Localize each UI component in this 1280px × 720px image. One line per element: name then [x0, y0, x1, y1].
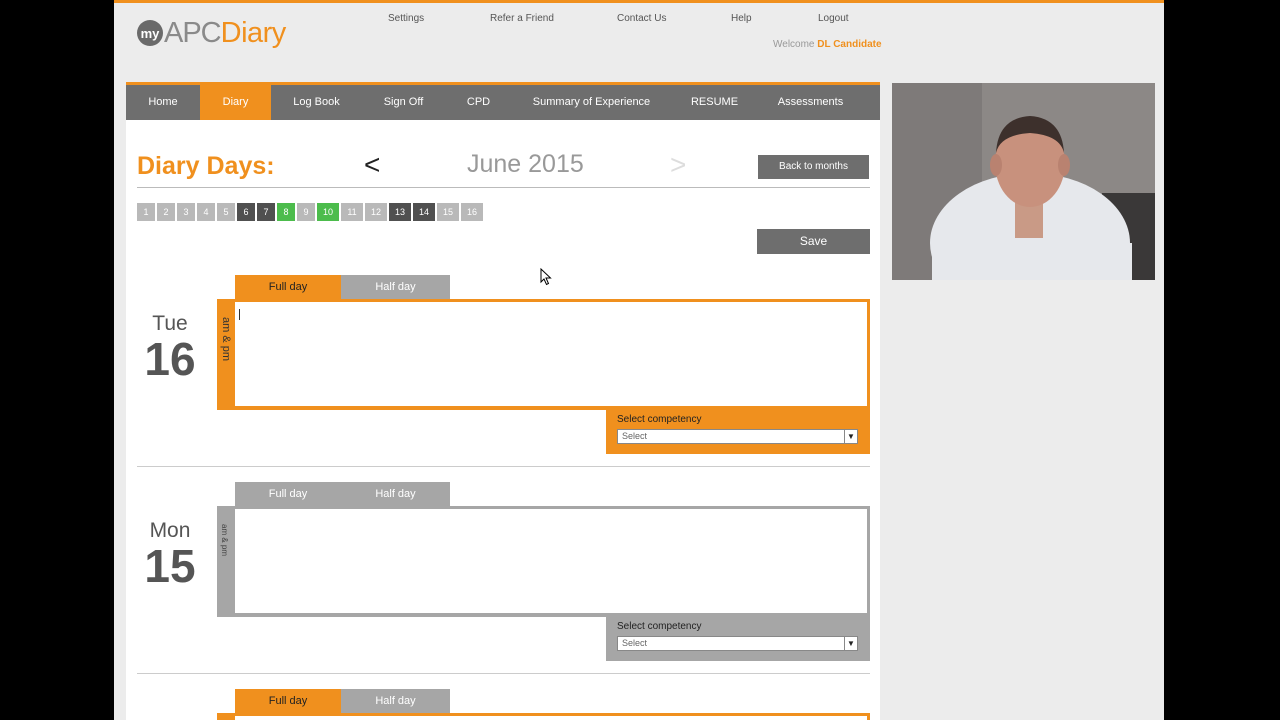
- entry-divider: [137, 466, 870, 467]
- day-pill-9[interactable]: 9: [297, 203, 315, 221]
- nav-summary-of-experience[interactable]: Summary of Experience: [512, 85, 671, 120]
- dropdown-arrow-icon[interactable]: ▼: [844, 430, 857, 443]
- day-pill-16[interactable]: 16: [461, 203, 483, 221]
- logo-diary-text: Diary: [220, 16, 287, 49]
- day-pill-3[interactable]: 3: [177, 203, 195, 221]
- competency-label: Select competency: [617, 414, 702, 425]
- settings-link[interactable]: Settings: [388, 13, 424, 24]
- entry-day-number: 16: [144, 333, 196, 385]
- save-button[interactable]: Save: [757, 229, 870, 254]
- period-label: am & pm: [217, 299, 235, 410]
- day-pill-13[interactable]: 13: [389, 203, 411, 221]
- entry-text-frame: am & pm: [217, 506, 870, 617]
- nav-resume[interactable]: RESUME: [671, 85, 758, 120]
- main-nav: Home Diary Log Book Sign Off CPD Summary…: [126, 82, 880, 120]
- diary-entry-tue-16: Full day Half day Tue 16 am & pm Select …: [126, 275, 880, 455]
- competency-select[interactable]: Select ▼: [617, 429, 858, 444]
- day-pill-7[interactable]: 7: [257, 203, 275, 221]
- diary-days-title: Diary Days:: [137, 152, 275, 180]
- entry-text-frame: am & pm: [217, 299, 870, 410]
- nav-diary[interactable]: Diary: [200, 85, 271, 120]
- title-divider: [137, 187, 870, 188]
- day-pill-4[interactable]: 4: [197, 203, 215, 221]
- diary-entry-textarea[interactable]: [235, 302, 867, 406]
- back-to-months-button[interactable]: Back to months: [758, 155, 869, 179]
- welcome-prefix: Welcome: [773, 39, 815, 50]
- nav-cpd[interactable]: CPD: [445, 85, 512, 120]
- nav-log-book[interactable]: Log Book: [271, 85, 362, 120]
- day-pill-11[interactable]: 11: [341, 203, 363, 221]
- day-pill-12[interactable]: 12: [365, 203, 387, 221]
- apc-diary-logo[interactable]: my APC Diary: [137, 15, 286, 51]
- day-pill-15[interactable]: 15: [437, 203, 459, 221]
- competency-panel: Select competency Select ▼: [606, 615, 870, 661]
- next-month-icon[interactable]: >: [670, 149, 686, 181]
- competency-panel: Select competency Select ▼: [606, 408, 870, 454]
- entry-divider: [137, 673, 870, 674]
- competency-select-value: Select: [622, 638, 648, 648]
- half-day-tab[interactable]: Half day: [341, 275, 450, 299]
- welcome-message: Welcome DL Candidate: [773, 39, 882, 50]
- full-day-tab[interactable]: Full day: [235, 275, 341, 299]
- period-text: am & pm: [220, 317, 232, 362]
- day-pill-6[interactable]: 6: [237, 203, 255, 221]
- current-month-label: June 2015: [467, 150, 584, 178]
- day-pill-8[interactable]: 8: [277, 203, 295, 221]
- help-link[interactable]: Help: [731, 13, 752, 24]
- logo-apc-text: APC: [164, 16, 222, 49]
- day-pill-5[interactable]: 5: [217, 203, 235, 221]
- diary-entry-textarea[interactable]: [235, 716, 867, 720]
- text-caret: [239, 309, 240, 320]
- nav-sign-off[interactable]: Sign Off: [362, 85, 445, 120]
- diary-entry-next: Full day Half day: [126, 689, 880, 720]
- period-label: am & pm: [217, 506, 235, 617]
- period-text: am & pm: [220, 524, 229, 557]
- webcam-presenter-image: [892, 83, 1155, 280]
- prev-month-icon[interactable]: <: [364, 149, 380, 181]
- diary-content: Diary Days: < June 2015 > Back to months…: [126, 120, 880, 720]
- diary-entry-mon-15: Full day Half day Mon 15 am & pm Select …: [126, 482, 880, 662]
- competency-select[interactable]: Select ▼: [617, 636, 858, 651]
- half-day-tab[interactable]: Half day: [341, 482, 450, 506]
- day-pill-10[interactable]: 10: [317, 203, 339, 221]
- browser-page: my APC Diary Settings Refer a Friend Con…: [114, 0, 1164, 720]
- contact-us-link[interactable]: Contact Us: [617, 13, 666, 24]
- entry-day-number: 15: [144, 540, 196, 592]
- nav-assessments[interactable]: Assessments: [758, 85, 863, 120]
- day-pill-1[interactable]: 1: [137, 203, 155, 221]
- diary-entry-textarea[interactable]: [235, 509, 867, 613]
- refer-a-friend-link[interactable]: Refer a Friend: [490, 13, 554, 24]
- logo-my-badge: my: [137, 20, 163, 46]
- entry-text-frame: [217, 713, 870, 720]
- day-pill-14[interactable]: 14: [413, 203, 435, 221]
- half-day-tab[interactable]: Half day: [341, 689, 450, 713]
- full-day-tab[interactable]: Full day: [235, 689, 341, 713]
- full-day-tab[interactable]: Full day: [235, 482, 341, 506]
- competency-label: Select competency: [617, 621, 702, 632]
- day-selector: 1 2 3 4 5 6 7 8 9 10 11 12 13 14 15 16: [137, 203, 483, 221]
- dropdown-arrow-icon[interactable]: ▼: [844, 637, 857, 650]
- webcam-overlay: [892, 83, 1155, 280]
- welcome-user-name[interactable]: DL Candidate: [817, 39, 881, 50]
- mouse-pointer-icon: [540, 268, 552, 286]
- nav-home[interactable]: Home: [126, 85, 200, 120]
- day-pill-2[interactable]: 2: [157, 203, 175, 221]
- competency-select-value: Select: [622, 431, 648, 441]
- logout-link[interactable]: Logout: [818, 13, 849, 24]
